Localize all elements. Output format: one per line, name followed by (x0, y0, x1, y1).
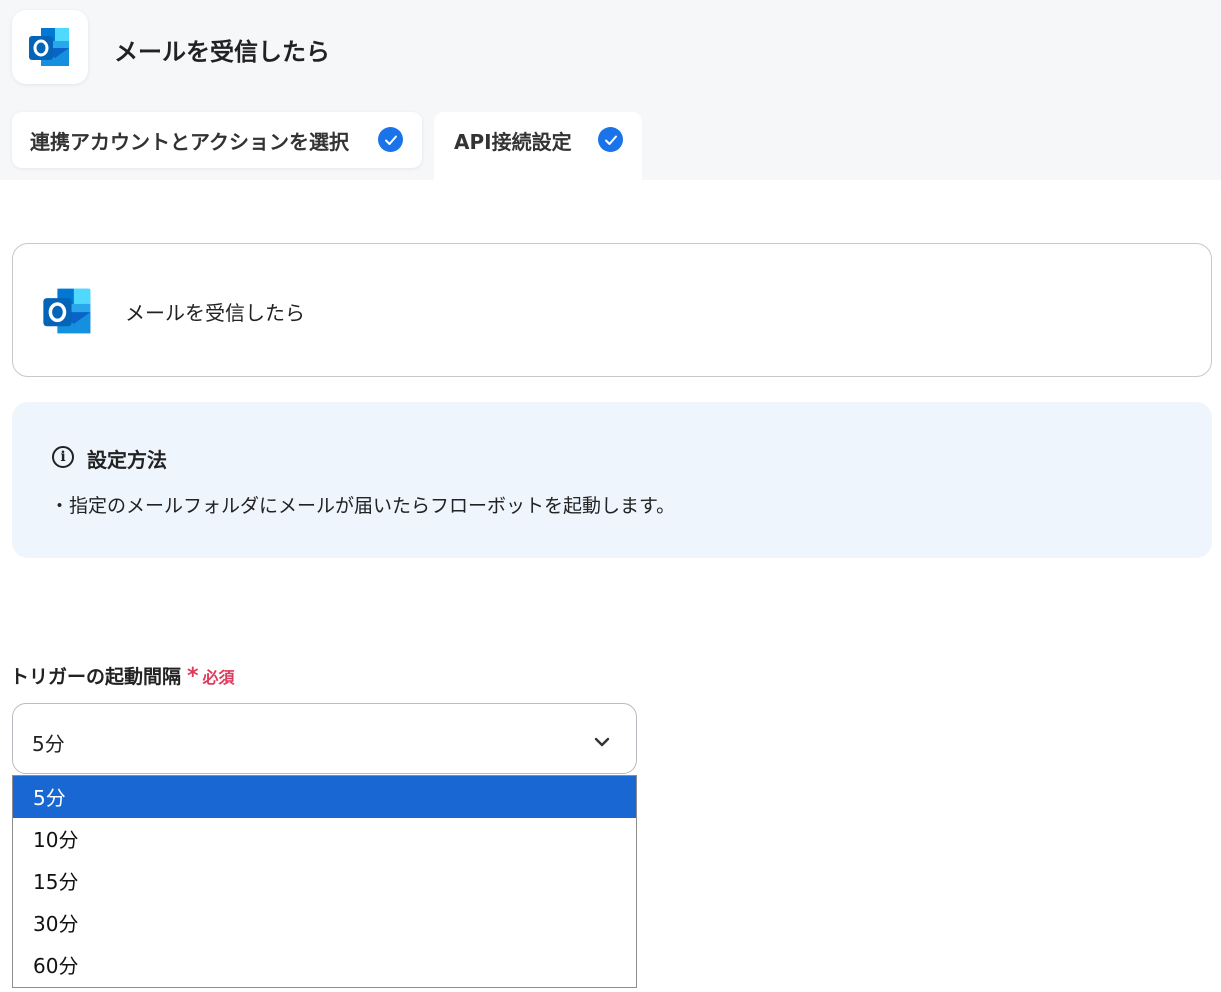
outlook-icon (12, 10, 88, 84)
interval-select[interactable]: 5分 (12, 703, 637, 774)
page-title: メールを受信したら (114, 38, 330, 66)
tab-label: 連携アカウントとアクションを選択 (30, 129, 349, 154)
tab-account-action[interactable]: 連携アカウントとアクションを選択 (12, 112, 422, 168)
outlook-icon (41, 284, 95, 342)
info-title: 設定方法 (87, 448, 167, 472)
field-label: トリガーの起動間隔 * 必須 (10, 662, 235, 689)
required-text: 必須 (202, 668, 235, 687)
interval-options: 5分 10分 15分 30分 60分 (12, 775, 637, 988)
tab-api-settings[interactable]: API接続設定 (434, 112, 642, 180)
action-card: メールを受信したら (12, 243, 1212, 377)
field-label-text: トリガーの起動間隔 (10, 666, 182, 688)
info-text: ・指定のメールフォルダにメールが届いたらフローボットを起動します。 (50, 495, 676, 517)
option-5min[interactable]: 5分 (13, 776, 636, 818)
option-30min[interactable]: 30分 (13, 902, 636, 944)
check-icon (598, 127, 623, 152)
check-icon (378, 127, 403, 152)
header-band: メールを受信したら 連携アカウントとアクションを選択 API接続設定 (0, 0, 1221, 180)
option-60min[interactable]: 60分 (13, 944, 636, 986)
tab-label: API接続設定 (454, 129, 572, 154)
select-value: 5分 (32, 732, 65, 756)
option-15min[interactable]: 15分 (13, 860, 636, 902)
info-icon: i (52, 446, 74, 468)
option-10min[interactable]: 10分 (13, 818, 636, 860)
chevron-down-icon (593, 733, 611, 752)
info-box: i 設定方法 ・指定のメールフォルダにメールが届いたらフローボットを起動します。 (12, 402, 1212, 558)
required-mark: * (187, 664, 199, 689)
action-label: メールを受信したら (125, 301, 305, 325)
